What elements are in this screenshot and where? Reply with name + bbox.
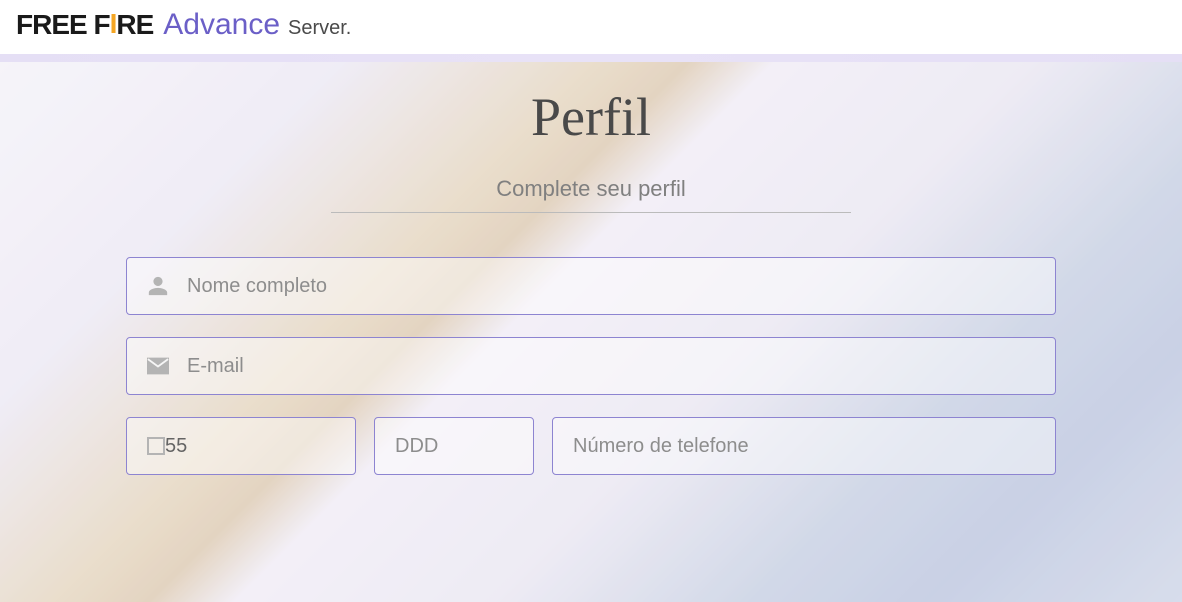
logo-text-part1: FREE F [16, 9, 110, 41]
page-subtitle: Complete seu perfil [0, 176, 1182, 202]
content: Perfil Complete seu perfil [0, 62, 1182, 475]
logo-freefire: FREE FIRE [16, 9, 153, 41]
phone-number-row [552, 417, 1056, 475]
logo-text-part2: RE [116, 9, 153, 41]
flag-icon [147, 437, 165, 455]
content-background: Perfil Complete seu perfil [0, 62, 1182, 602]
logo-advance: Advance [163, 8, 280, 42]
title-underline [331, 212, 851, 213]
ddd-row [374, 417, 534, 475]
email-row [126, 337, 1056, 395]
separator-bar [0, 54, 1182, 62]
logo-server: Server. [288, 17, 351, 40]
country-code-row [126, 417, 356, 475]
email-icon [147, 357, 187, 375]
fullname-row [126, 257, 1056, 315]
header: FREE FIRE Advance Server. [0, 0, 1182, 54]
fullname-input[interactable] [187, 275, 1035, 298]
page-title: Perfil [0, 86, 1182, 148]
profile-form [126, 257, 1056, 475]
email-input[interactable] [187, 355, 1035, 378]
flame-icon: I [110, 8, 117, 40]
phone-row [126, 417, 1056, 475]
phone-number-input[interactable] [573, 435, 1035, 458]
person-icon [147, 275, 187, 297]
